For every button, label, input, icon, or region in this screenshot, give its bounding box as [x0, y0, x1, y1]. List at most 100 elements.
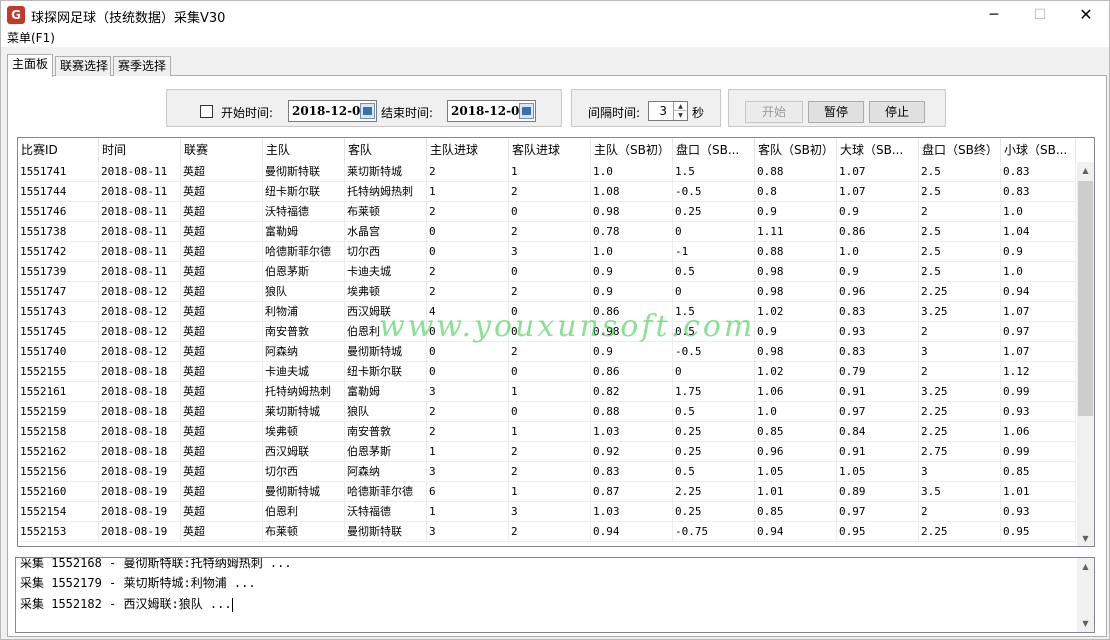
menu-item-main[interactable]: 菜单(F1) — [7, 29, 55, 47]
table-cell: 1.07 — [837, 162, 919, 182]
column-header[interactable]: 客队 — [345, 138, 427, 162]
table-body: 1551741 2018-08-11 英超 曼彻斯特联 莱切斯特城 2 1 1.0 1.5 0.8… — [18, 162, 1078, 542]
table-cell: 2018-08-19 — [99, 482, 181, 502]
table-vertical-scrollbar[interactable]: ▲ ▼ — [1077, 162, 1094, 546]
tab-league-select[interactable]: 联赛选择 — [55, 56, 111, 76]
chevron-down-icon[interactable]: ▼ — [674, 111, 687, 120]
table-cell: 1 — [427, 502, 509, 522]
end-date-picker[interactable]: 2018-12-05 — [447, 100, 536, 122]
table-row[interactable]: 1552154 2018-08-19 英超 伯恩利 沃特福德 1 3 1.03 0.25 0.85… — [18, 502, 1078, 522]
scroll-down-icon[interactable]: ▼ — [1077, 615, 1094, 632]
table-cell: 0.9 — [591, 262, 673, 282]
table-cell: 2018-08-19 — [99, 522, 181, 542]
table-cell: 2 — [427, 202, 509, 222]
table-row[interactable]: 1551742 2018-08-11 英超 哈德斯菲尔德 切尔西 0 3 1.0 -1 0.88 1… — [18, 242, 1078, 262]
column-header[interactable]: 时间 — [99, 138, 181, 162]
table-cell: 2 — [427, 262, 509, 282]
column-header[interactable]: 小球（SB... — [1001, 138, 1076, 162]
tab-main-panel[interactable]: 主面板 — [7, 54, 53, 77]
table-cell: 2018-08-12 — [99, 282, 181, 302]
table-cell: 狼队 — [263, 282, 345, 302]
table-cell: 1.12 — [1001, 362, 1076, 382]
interval-stepper[interactable]: 3 ▲ ▼ — [648, 101, 688, 121]
table-cell: 2 — [509, 182, 591, 202]
table-row[interactable]: 1552162 2018-08-18 英超 西汉姆联 伯恩茅斯 1 2 0.92 0.25 0.9… — [18, 442, 1078, 462]
table-cell: 1.07 — [837, 182, 919, 202]
table-row[interactable]: 1552153 2018-08-19 英超 布莱顿 曼彻斯特联 3 2 0.94 -0.75 0.… — [18, 522, 1078, 542]
table-row[interactable]: 1552159 2018-08-18 英超 莱切斯特城 狼队 2 0 0.88 0.5 1.0 0.… — [18, 402, 1078, 422]
log-vertical-scrollbar[interactable]: ▲ ▼ — [1077, 558, 1094, 632]
table-cell: 英超 — [181, 522, 263, 542]
table-cell: 0.9 — [755, 322, 837, 342]
app-window: G 球探网足球（技统数据）采集V30 ─ ☐ ✕ 菜单(F1) 主面板 联赛选择… — [0, 0, 1110, 640]
scroll-up-icon[interactable]: ▲ — [1077, 558, 1094, 575]
scrollbar-thumb[interactable] — [1078, 181, 1093, 416]
stop-button[interactable]: 停止 — [869, 101, 925, 123]
table-cell: 狼队 — [345, 402, 427, 422]
table-row[interactable]: 1551746 2018-08-11 英超 沃特福德 布莱顿 2 0 0.98 0.25 0.9 0… — [18, 202, 1078, 222]
log-output[interactable]: 采集 1552168 - 曼彻斯特联:托特纳姆热刺 ... 采集 1552179… — [15, 557, 1095, 633]
table-cell: 1 — [427, 182, 509, 202]
table-cell: 0 — [509, 302, 591, 322]
calendar-icon[interactable] — [519, 103, 534, 119]
table-cell: 0.94 — [1001, 282, 1076, 302]
minimize-button[interactable]: ─ — [971, 1, 1017, 29]
table-cell: 利物浦 — [263, 302, 345, 322]
column-header[interactable]: 主队 — [263, 138, 345, 162]
column-header[interactable]: 客队进球 — [509, 138, 591, 162]
column-header[interactable]: 比赛ID — [18, 138, 99, 162]
column-header[interactable]: 客队（SB初） — [755, 138, 837, 162]
table-cell: 1552162 — [18, 442, 99, 462]
table-row[interactable]: 1551743 2018-08-12 英超 利物浦 西汉姆联 4 0 0.86 1.5 1.02 0… — [18, 302, 1078, 322]
table-row[interactable]: 1552160 2018-08-19 英超 曼彻斯特城 哈德斯菲尔德 6 1 0.87 2.25… — [18, 482, 1078, 502]
table-row[interactable]: 1551745 2018-08-12 英超 南安普敦 伯恩利 0 0 0.98 0.5 0.9 0.… — [18, 322, 1078, 342]
table-cell: 0.5 — [673, 322, 755, 342]
table-row[interactable]: 1551741 2018-08-11 英超 曼彻斯特联 莱切斯特城 2 1 1.0 1.5 0.8… — [18, 162, 1078, 182]
table-cell: 1.07 — [1001, 342, 1076, 362]
column-header[interactable]: 盘口（SB终） — [919, 138, 1001, 162]
scroll-up-icon[interactable]: ▲ — [1077, 162, 1094, 179]
table-row[interactable]: 1552161 2018-08-18 英超 托特纳姆热刺 富勒姆 3 1 0.82 1.75 1.… — [18, 382, 1078, 402]
table-cell: 0.93 — [837, 322, 919, 342]
table-cell: 2018-08-19 — [99, 462, 181, 482]
column-header[interactable]: 盘口（SB... — [673, 138, 755, 162]
start-date-picker[interactable]: 2018-12-04 — [288, 100, 377, 122]
table-row[interactable]: 1551744 2018-08-11 英超 纽卡斯尔联 托特纳姆热刺 1 2 1.08 -0.5… — [18, 182, 1078, 202]
table-cell: 1.03 — [591, 502, 673, 522]
match-data-table[interactable]: 比赛ID 时间 联赛 主队 客队 主队进球 客队进球 主队（SB初） 盘口（SB... 客队（SB… — [17, 137, 1095, 547]
scroll-down-icon[interactable]: ▼ — [1077, 530, 1094, 546]
tab-season-select[interactable]: 赛季选择 — [113, 56, 171, 76]
table-row[interactable]: 1552156 2018-08-19 英超 切尔西 阿森纳 3 2 0.83 0.5 1.05 1.… — [18, 462, 1078, 482]
calendar-icon[interactable] — [360, 103, 375, 119]
table-row[interactable]: 1551747 2018-08-12 英超 狼队 埃弗顿 2 2 0.9 0 0.98 0.96 2.… — [18, 282, 1078, 302]
table-cell: 0.98 — [591, 322, 673, 342]
column-header[interactable]: 大球（SB... — [837, 138, 919, 162]
table-cell: 1.05 — [755, 462, 837, 482]
table-cell: 1.03 — [591, 422, 673, 442]
end-date-value: 2018-12-05 — [451, 104, 528, 118]
column-header[interactable]: 主队（SB初） — [591, 138, 673, 162]
column-header[interactable]: 联赛 — [181, 138, 263, 162]
table-cell: 1552153 — [18, 522, 99, 542]
table-row[interactable]: 1552155 2018-08-18 英超 卡迪夫城 纽卡斯尔联 0 0 0.86 0 1.02 0… — [18, 362, 1078, 382]
pause-button[interactable]: 暂停 — [808, 101, 864, 123]
table-cell: 西汉姆联 — [263, 442, 345, 462]
table-cell: 0.5 — [673, 262, 755, 282]
table-cell: 1552161 — [18, 382, 99, 402]
start-button[interactable]: 开始 — [745, 101, 803, 123]
table-cell: 莱切斯特城 — [345, 162, 427, 182]
table-row[interactable]: 1551738 2018-08-11 英超 富勒姆 水晶宫 0 2 0.78 0 1.11 0.86… — [18, 222, 1078, 242]
maximize-button[interactable]: ☐ — [1017, 1, 1063, 29]
close-button[interactable]: ✕ — [1063, 1, 1109, 29]
table-cell: 0 — [509, 202, 591, 222]
table-cell: 1.01 — [755, 482, 837, 502]
column-header[interactable]: 主队进球 — [427, 138, 509, 162]
table-cell: 0.25 — [673, 502, 755, 522]
table-cell: 0.99 — [1001, 442, 1076, 462]
table-row[interactable]: 1551740 2018-08-12 英超 阿森纳 曼彻斯特城 0 2 0.9 -0.5 0.98… — [18, 342, 1078, 362]
table-row[interactable]: 1551739 2018-08-11 英超 伯恩茅斯 卡迪夫城 2 0 0.9 0.5 0.98 0… — [18, 262, 1078, 282]
table-row[interactable]: 1552158 2018-08-18 英超 埃弗顿 南安普敦 2 1 1.03 0.25 0.85… — [18, 422, 1078, 442]
chevron-up-icon[interactable]: ▲ — [674, 102, 687, 111]
start-time-checkbox[interactable] — [200, 105, 213, 118]
table-header: 比赛ID 时间 联赛 主队 客队 主队进球 客队进球 主队（SB初） 盘口（SB... 客队（SB… — [18, 138, 1078, 162]
